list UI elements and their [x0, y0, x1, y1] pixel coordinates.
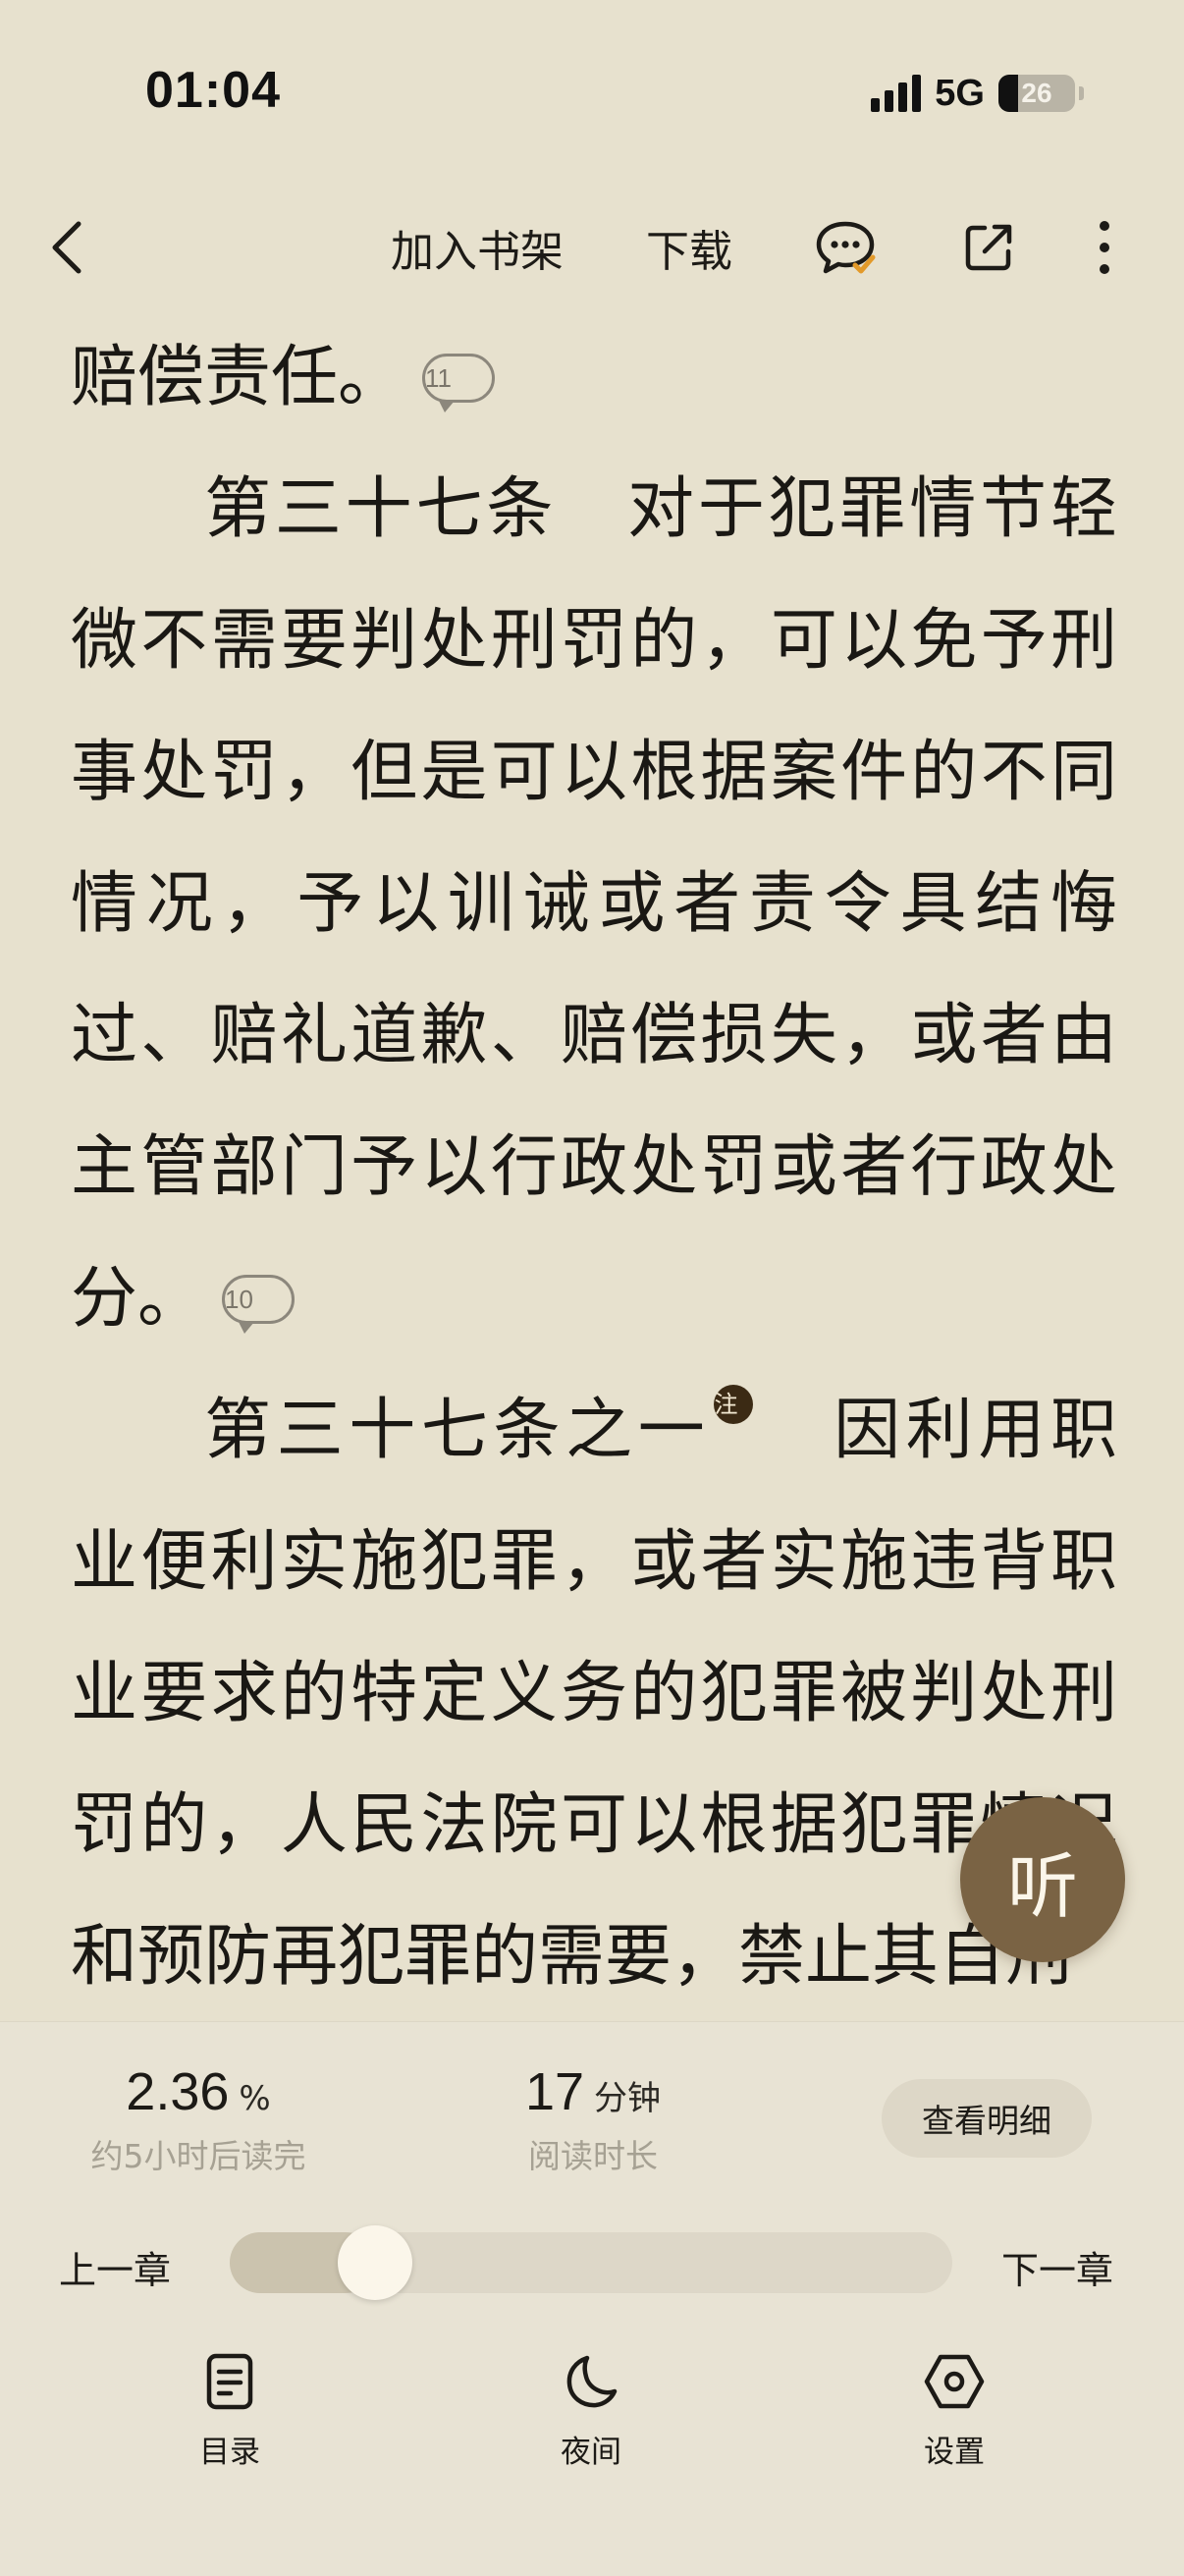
- reader-bottom-panel: 2.36% 约5小时后读完 17 分钟 阅读时长 查看明细 上一章 下一章 目录 …: [0, 2021, 1184, 2576]
- slider-thumb[interactable]: [338, 2225, 413, 2300]
- paragraph: 赔偿责任。 11: [71, 312, 1117, 444]
- share-icon: [965, 224, 1012, 271]
- nav-toc[interactable]: 目录: [141, 2352, 318, 2519]
- article-title: 第三十七条之一: [204, 1392, 711, 1469]
- download-button[interactable]: 下载: [634, 196, 744, 299]
- progress-remaining-text: 约5小时后读完: [90, 2137, 306, 2175]
- battery-cap: [1079, 86, 1084, 100]
- chapter-progress-slider[interactable]: [230, 2225, 952, 2300]
- signal-icon: [871, 75, 922, 112]
- share-button[interactable]: [944, 196, 1033, 299]
- progress-percent: 2.36: [126, 2062, 230, 2121]
- toc-icon: [206, 2353, 253, 2410]
- battery-level: 26: [1021, 78, 1052, 108]
- prev-chapter-button[interactable]: 上一章: [59, 2240, 171, 2294]
- reading-time-unit: 分钟: [594, 2079, 662, 2118]
- status-icons: 5G 26: [871, 69, 1084, 118]
- comment-check-icon: [816, 221, 876, 274]
- reading-progress-stat: 2.36% 约5小时后读完: [61, 2061, 336, 2177]
- more-button[interactable]: [1072, 196, 1137, 299]
- paragraph-text: 赔偿责任。: [71, 339, 405, 416]
- nav-night-mode[interactable]: 夜间: [503, 2352, 679, 2519]
- reading-time-stat: 17 分钟 阅读时长: [475, 2061, 711, 2177]
- nav-night-label: 夜间: [561, 2435, 621, 2470]
- paragraph-article-37-1: 第三十七条之一注因利用职业便利实施犯罪，或者实施违背职业要求的特定义务的犯罪被判…: [71, 1365, 1117, 2021]
- paragraph-text: 因利用职业便利实施犯罪，或者实施违背职业要求的特定义务的犯罪被判处刑罚的，人民法…: [71, 1392, 1117, 1996]
- reader-toolbar: 加入书架 下载: [0, 196, 1184, 299]
- paragraph-comment-count[interactable]: 11: [422, 353, 496, 412]
- add-to-shelf-button[interactable]: 加入书架: [381, 196, 573, 299]
- moon-icon: [566, 2355, 618, 2408]
- nav-toc-label: 目录: [199, 2435, 260, 2470]
- network-label: 5G: [935, 72, 985, 114]
- nav-settings[interactable]: 设置: [866, 2352, 1043, 2519]
- back-button[interactable]: [27, 196, 106, 299]
- status-time: 01:04: [145, 62, 281, 119]
- reading-time-value: 17: [524, 2062, 585, 2121]
- annotation-note-icon[interactable]: 注: [714, 1385, 754, 1424]
- reading-content[interactable]: 赔偿责任。 11 第三十七条 对于犯罪情节轻微不需要判处刑罚的，可以免予刑事处罚，…: [71, 312, 1117, 2021]
- next-chapter-button[interactable]: 下一章: [1001, 2240, 1113, 2294]
- back-arrow-icon: [52, 221, 81, 274]
- listen-button[interactable]: 听: [960, 1797, 1125, 1962]
- comment-button[interactable]: [801, 196, 889, 299]
- paragraph-article-37: 第三十七条 对于犯罪情节轻微不需要判处刑罚的，可以免予刑事处罚，但是可以根据案件…: [71, 444, 1117, 1365]
- more-vertical-icon: [1100, 221, 1109, 274]
- paragraph-text: 第三十七条 对于犯罪情节轻微不需要判处刑罚的，可以免予刑事处罚，但是可以根据案件…: [71, 470, 1117, 1338]
- view-details-button[interactable]: 查看明细: [882, 2079, 1092, 2158]
- reading-time-label: 阅读时长: [528, 2137, 658, 2175]
- settings-hexagon-icon: [924, 2354, 985, 2409]
- progress-unit: %: [239, 2079, 271, 2118]
- nav-settings-label: 设置: [924, 2435, 985, 2470]
- paragraph-comment-count[interactable]: 10: [222, 1274, 296, 1334]
- battery-icon: 26: [998, 75, 1075, 112]
